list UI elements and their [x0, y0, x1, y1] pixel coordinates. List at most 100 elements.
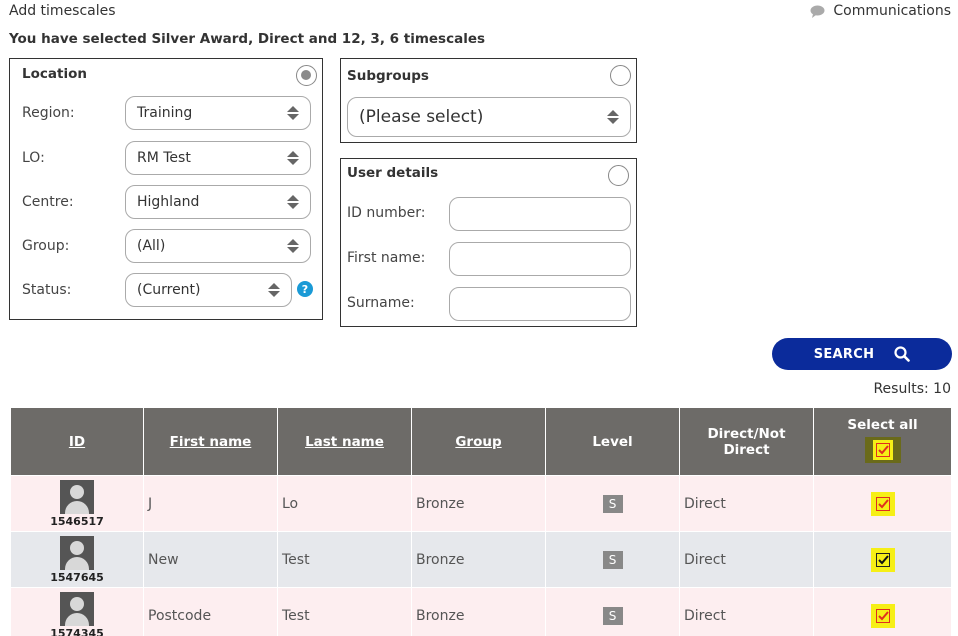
- centre-select[interactable]: Highland: [125, 185, 311, 219]
- location-panel: Location Region: Training LO: RM Test Ce…: [9, 58, 323, 320]
- last-name-cell: Lo: [277, 475, 412, 532]
- level-badge: S: [602, 494, 623, 513]
- region-label: Region:: [22, 105, 75, 121]
- id-cell: 1574345: [10, 587, 144, 636]
- first-name-cell: New: [143, 531, 278, 588]
- table-header-row: ID First name Last name Group Level Dire…: [10, 407, 952, 476]
- level-cell: S: [545, 587, 680, 636]
- select-all-checkbox[interactable]: [864, 436, 901, 463]
- checkmark-icon: [875, 552, 890, 567]
- surname-input[interactable]: [449, 287, 631, 321]
- id-cell: 1547645: [10, 531, 144, 588]
- surname-label: Surname:: [347, 295, 415, 311]
- header-direct-label: Direct/Not Direct: [707, 425, 786, 458]
- group-cell: Bronze: [411, 587, 546, 636]
- centre-row: Centre: Highland: [22, 185, 311, 219]
- header-group-label: Group: [455, 433, 502, 450]
- user-details-radio[interactable]: [608, 165, 629, 186]
- search-button[interactable]: SEARCH: [772, 338, 952, 370]
- subgroups-radio[interactable]: [610, 65, 631, 86]
- header-select-all: Select all: [813, 407, 952, 476]
- status-label: Status:: [22, 282, 72, 298]
- row-checkbox[interactable]: [870, 491, 895, 516]
- location-radio[interactable]: [296, 65, 317, 86]
- avatar: [60, 535, 94, 570]
- select-all-highlight: [872, 439, 893, 460]
- row-checkbox[interactable]: [870, 547, 895, 572]
- user-id: 1574345: [50, 626, 104, 636]
- select-cell: [813, 475, 952, 532]
- header-first-name-label: First name: [169, 433, 252, 450]
- search-icon: [894, 346, 911, 362]
- group-row: Group: (All): [22, 229, 311, 263]
- last-name-cell: Test: [277, 531, 412, 588]
- select-arrows-icon: [287, 239, 299, 253]
- id-number-input[interactable]: [449, 197, 631, 231]
- user-id: 1547645: [50, 570, 104, 584]
- header-last-name[interactable]: Last name: [277, 407, 412, 476]
- direct-cell: Direct: [679, 475, 814, 532]
- communications-label: Communications: [833, 3, 951, 19]
- select-arrows-icon: [287, 151, 299, 165]
- checkmark-icon: [875, 442, 890, 457]
- id-cell: 1546517: [10, 475, 144, 532]
- header-group[interactable]: Group: [411, 407, 546, 476]
- status-value: (Current): [137, 282, 201, 298]
- table-row[interactable]: 1546517 J Lo Bronze S Direct: [10, 475, 952, 532]
- group-cell: Bronze: [411, 475, 546, 532]
- avatar: [60, 591, 94, 626]
- header-level: Level: [545, 407, 680, 476]
- region-value: Training: [137, 105, 193, 121]
- header-last-name-label: Last name: [305, 433, 384, 450]
- level-cell: S: [545, 475, 680, 532]
- lo-value: RM Test: [137, 150, 191, 166]
- table-row[interactable]: 1574345 Postcode Test Bronze S Direct: [10, 587, 952, 636]
- user-id: 1546517: [50, 514, 104, 528]
- checkmark-icon: [875, 496, 890, 511]
- centre-label: Centre:: [22, 194, 74, 210]
- select-arrows-icon: [287, 106, 299, 120]
- speech-bubble-icon: [810, 5, 825, 18]
- table-row[interactable]: 1547645 New Test Bronze S Direct: [10, 531, 952, 588]
- row-checkbox[interactable]: [870, 603, 895, 628]
- subgroups-panel-title: Subgroups: [347, 68, 429, 84]
- level-badge: S: [602, 606, 623, 625]
- subgroups-panel: Subgroups (Please select): [340, 58, 637, 143]
- subgroups-select[interactable]: (Please select): [347, 97, 631, 137]
- user-details-panel-title: User details: [347, 165, 439, 181]
- users-table: ID First name Last name Group Level Dire…: [10, 407, 952, 636]
- lo-select[interactable]: RM Test: [125, 141, 311, 175]
- header-id-label: ID: [68, 433, 86, 450]
- avatar: [60, 479, 94, 514]
- group-select[interactable]: (All): [125, 229, 311, 263]
- group-value: (All): [137, 238, 166, 254]
- first-name-cell: J: [143, 475, 278, 532]
- first-name-label: First name:: [347, 250, 426, 266]
- communications-link[interactable]: Communications: [810, 3, 951, 19]
- header-direct: Direct/Not Direct: [679, 407, 814, 476]
- checkmark-icon: [875, 608, 890, 623]
- lo-label: LO:: [22, 150, 45, 166]
- level-badge: S: [602, 550, 623, 569]
- select-all-label: Select all: [847, 416, 918, 433]
- region-row: Region: Training: [22, 96, 311, 130]
- location-panel-title: Location: [22, 66, 87, 82]
- user-details-panel: User details ID number: First name: Surn…: [340, 158, 637, 327]
- last-name-cell: Test: [277, 587, 412, 636]
- header-first-name[interactable]: First name: [143, 407, 278, 476]
- first-name-input[interactable]: [449, 242, 631, 276]
- select-arrows-icon: [268, 283, 280, 297]
- header-level-label: Level: [592, 433, 633, 450]
- status-select[interactable]: (Current): [125, 273, 292, 307]
- help-icon[interactable]: ?: [297, 281, 313, 297]
- select-cell: [813, 587, 952, 636]
- header-id[interactable]: ID: [10, 407, 144, 476]
- select-cell: [813, 531, 952, 588]
- centre-value: Highland: [137, 194, 200, 210]
- search-button-label: SEARCH: [813, 346, 875, 362]
- level-cell: S: [545, 531, 680, 588]
- subgroups-value: (Please select): [359, 107, 484, 127]
- status-row: Status: (Current): [22, 273, 292, 307]
- selection-summary: You have selected Silver Award, Direct a…: [9, 31, 486, 47]
- region-select[interactable]: Training: [125, 96, 311, 130]
